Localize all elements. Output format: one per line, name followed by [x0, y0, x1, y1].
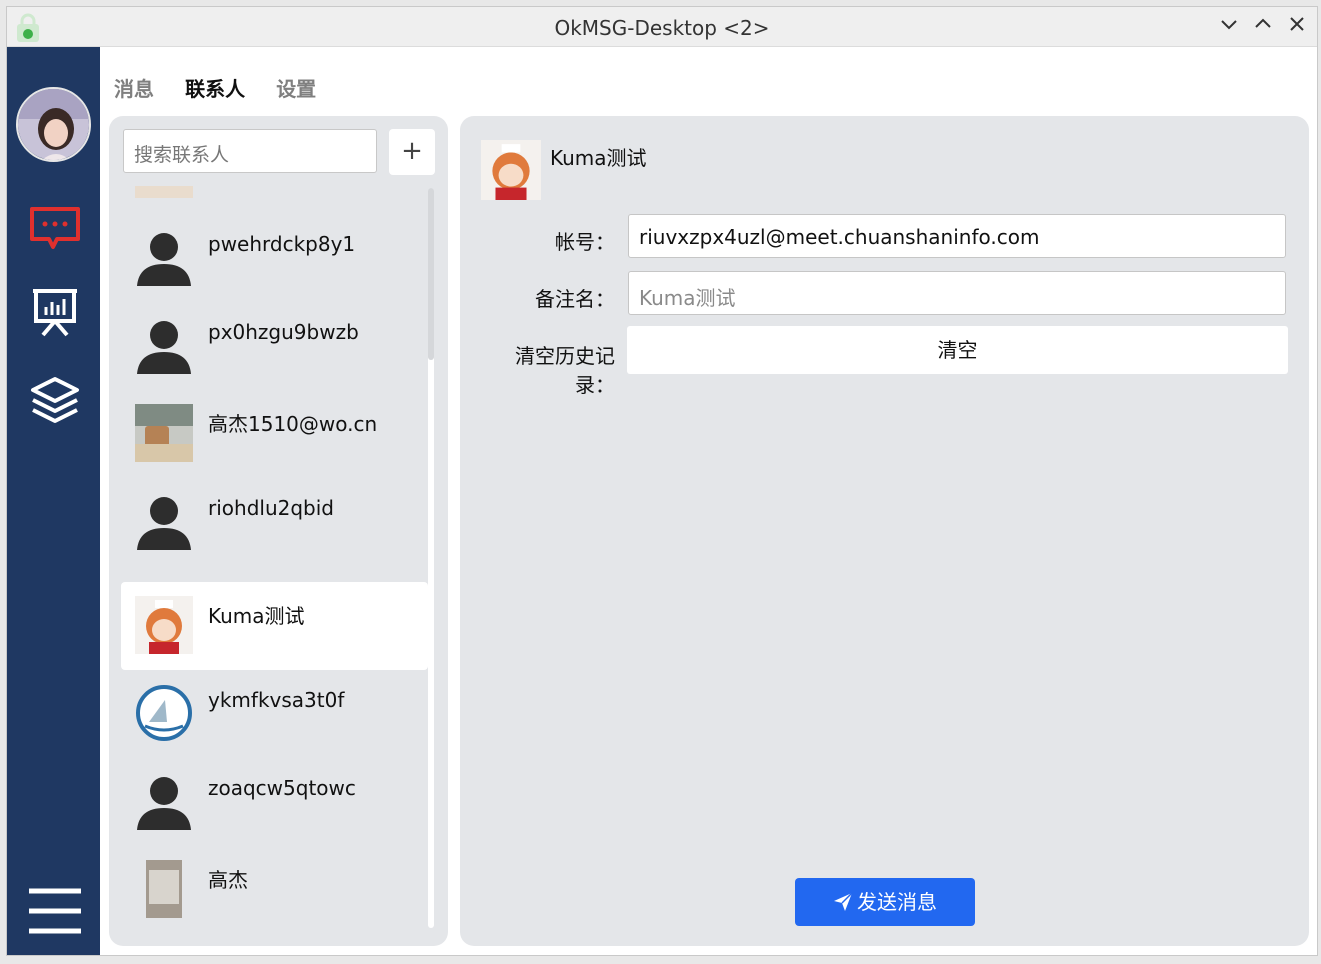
list-item[interactable]: 高杰 [121, 846, 428, 934]
remark-label: 备注名： [535, 287, 615, 311]
default-person-icon [135, 316, 193, 374]
list-item[interactable]: riohdlu2qbid [121, 478, 428, 566]
menu-icon[interactable] [27, 883, 83, 939]
maximize-button[interactable] [1251, 15, 1275, 39]
scrollbar-thumb[interactable] [428, 188, 434, 360]
account-field[interactable]: riuvxzpx4uzl@meet.chuanshaninfo.com [628, 214, 1286, 258]
remark-field[interactable]: Kuma测试 [628, 271, 1286, 315]
default-person-icon [135, 228, 193, 286]
app-window: OkMSG-Desktop <2> 消息 联系人 设置 搜索联系人 + pweh… [6, 6, 1318, 956]
contacts-pane: 搜索联系人 + pwehrdckp8y1 px0hzgu9bwzb 高杰1510… [109, 116, 448, 946]
contact-name: ykmfkvsa3t0f [208, 688, 345, 712]
list-item[interactable]: pwehrdckp8y1 [121, 214, 428, 302]
top-tabs: 消息 联系人 设置 [114, 73, 342, 102]
contact-list[interactable]: pwehrdckp8y1 px0hzgu9bwzb 高杰1510@wo.cn r… [121, 186, 428, 946]
add-contact-button[interactable]: + [389, 129, 435, 175]
messages-nav-icon[interactable] [27, 201, 83, 257]
search-input[interactable]: 搜索联系人 [123, 129, 377, 173]
clear-history-button[interactable]: 清空 [627, 326, 1288, 374]
close-icon [1290, 17, 1304, 31]
list-item-selected[interactable]: Kuma测试 [121, 582, 428, 670]
tab-messages[interactable]: 消息 [114, 73, 154, 102]
title-bar: OkMSG-Desktop <2> [7, 7, 1317, 47]
contact-name: 高杰 [208, 868, 248, 892]
chevron-up-icon [1255, 18, 1271, 28]
default-person-icon [135, 772, 193, 830]
detail-avatar [481, 140, 541, 200]
contact-photo [135, 860, 193, 918]
send-message-button[interactable]: 发送消息 [795, 878, 975, 926]
list-item[interactable]: ykmfkvsa3t0f [121, 670, 428, 758]
paper-plane-icon [834, 892, 853, 911]
chevron-down-icon [1221, 20, 1237, 30]
list-item[interactable]: 高杰1510@wo.cn [121, 390, 428, 478]
account-label: 帐号： [555, 230, 615, 254]
sidebar [7, 47, 100, 955]
presentation-chart-nav-icon[interactable] [27, 285, 83, 341]
user-photo [18, 89, 89, 160]
minimize-button[interactable] [1217, 15, 1241, 39]
contact-photo [135, 404, 193, 462]
clear-history-label: 清空历史记录： [515, 344, 615, 397]
window-title: OkMSG-Desktop <2> [554, 16, 770, 40]
contact-avatar [135, 186, 193, 198]
close-button[interactable] [1285, 15, 1309, 39]
list-item[interactable]: zoaqcw5qtowc [121, 758, 428, 846]
tab-contacts[interactable]: 联系人 [185, 73, 245, 102]
contact-name: px0hzgu9bwzb [208, 320, 359, 344]
layers-nav-icon[interactable] [27, 373, 83, 429]
contact-name: riohdlu2qbid [208, 496, 334, 520]
contact-name: pwehrdckp8y1 [208, 232, 356, 256]
contact-name: 高杰1510@wo.cn [208, 412, 378, 436]
contact-detail-pane: Kuma测试 帐号： riuvxzpx4uzl@meet.chuanshanin… [460, 116, 1309, 946]
send-button-label: 发送消息 [857, 890, 937, 914]
contact-name: Kuma测试 [208, 604, 305, 628]
list-item[interactable] [121, 186, 428, 214]
anime-avatar [135, 596, 193, 654]
list-item[interactable]: px0hzgu9bwzb [121, 302, 428, 390]
user-avatar[interactable] [16, 87, 91, 162]
main-area: 消息 联系人 设置 搜索联系人 + pwehrdckp8y1 px0hzgu9b… [100, 47, 1317, 955]
default-person-icon [135, 492, 193, 550]
tab-settings[interactable]: 设置 [276, 73, 316, 102]
sailboat-logo [135, 684, 193, 742]
contact-name: zoaqcw5qtowc [208, 776, 356, 800]
detail-name: Kuma测试 [550, 146, 647, 170]
